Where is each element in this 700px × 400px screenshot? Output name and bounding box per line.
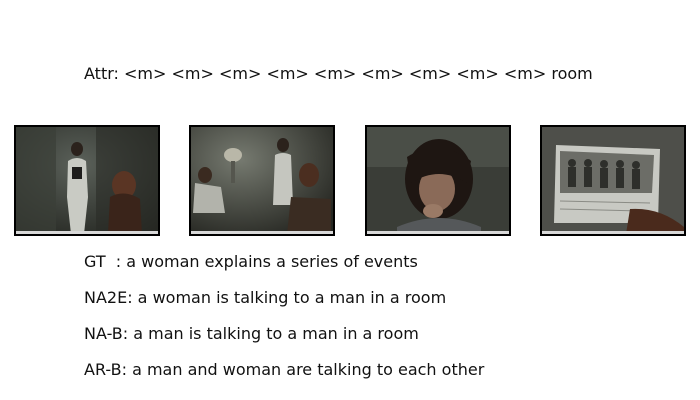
- caption-na-b: NA-B: a man is talking to a man in a roo…: [84, 324, 419, 343]
- video-frame-room-scene-icon: [191, 127, 333, 234]
- video-frame-1: [14, 125, 160, 236]
- caption-na2e: NA2E: a woman is talking to a man in a r…: [84, 288, 447, 307]
- caption-ground-truth: GT : a woman explains a series of events: [84, 252, 418, 271]
- video-frame-3: [365, 125, 511, 236]
- video-frame-closeup-face-icon: [367, 127, 509, 234]
- video-frame-photograph-icon: [542, 127, 684, 234]
- video-frame-2: [189, 125, 335, 236]
- attribute-tokens: Attr: <m> <m> <m> <m> <m> <m> <m> <m> <m…: [84, 64, 593, 83]
- video-frame-woman-standing-icon: [16, 127, 158, 234]
- caption-ar-b: AR-B: a man and woman are talking to eac…: [84, 360, 485, 379]
- video-frame-4: [540, 125, 686, 236]
